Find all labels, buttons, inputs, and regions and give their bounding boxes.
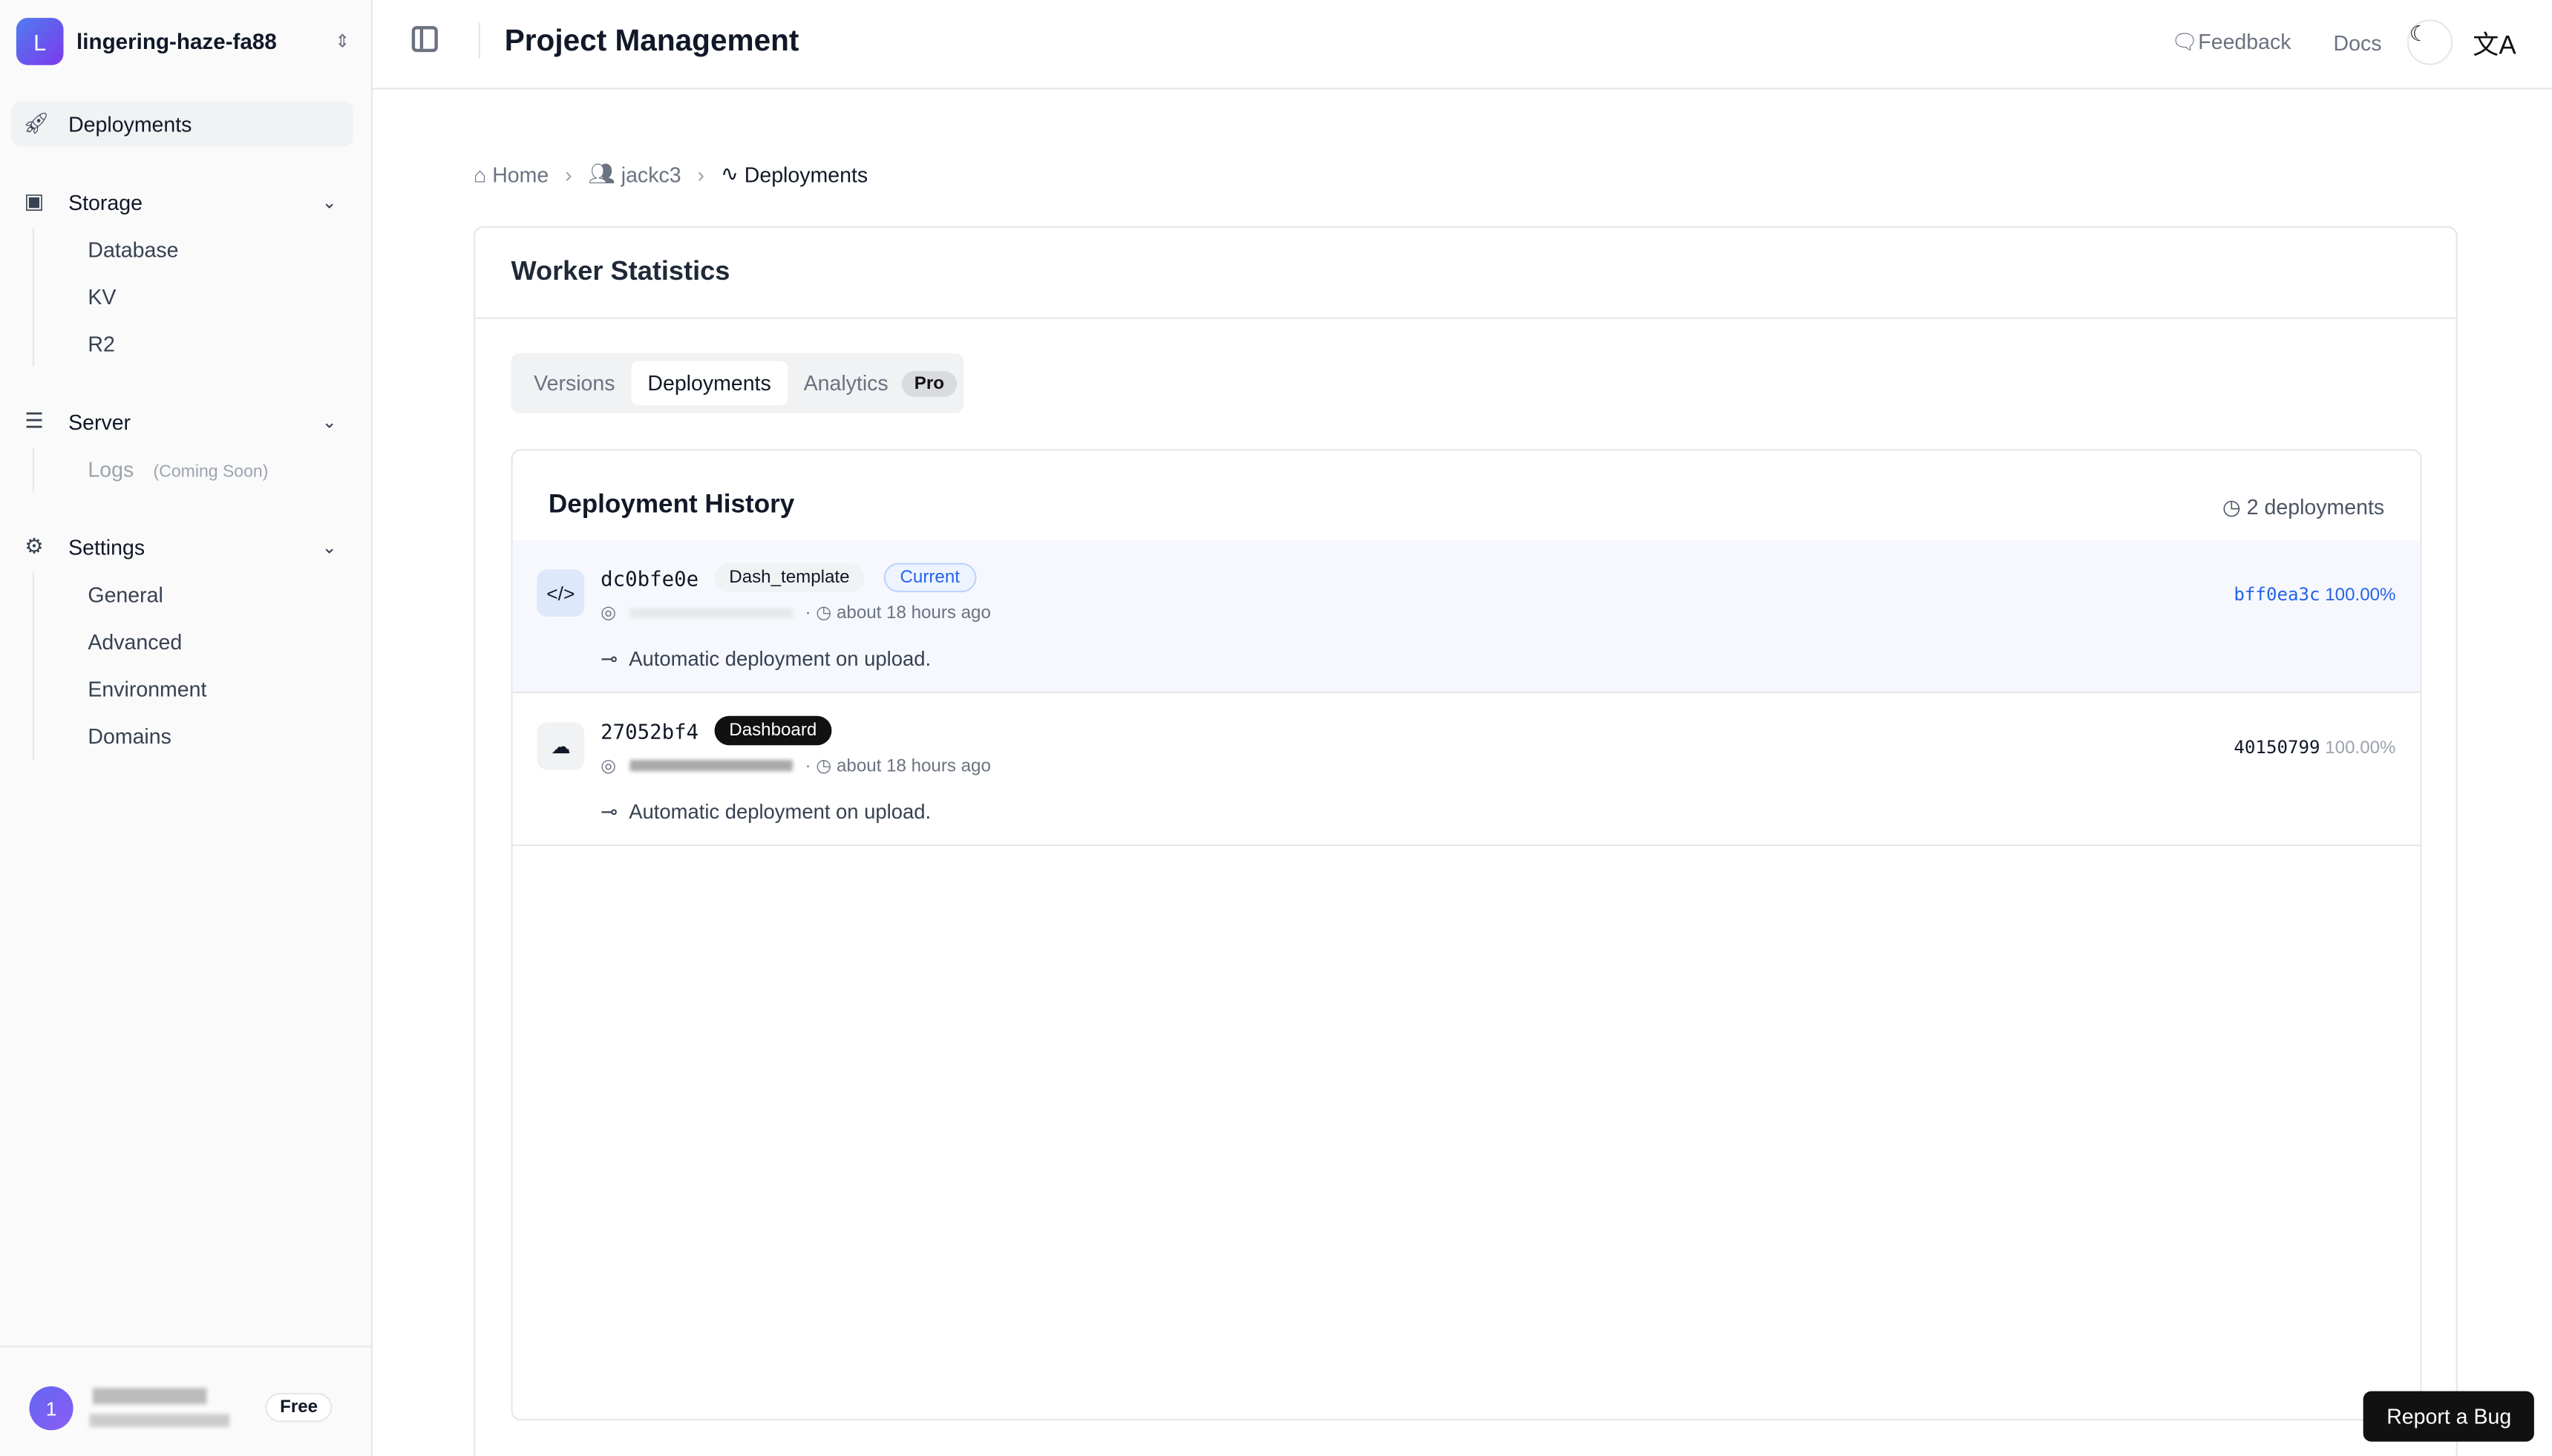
tag-badge: Dash_template bbox=[714, 563, 865, 593]
chevron-down-icon: ⌄ bbox=[321, 412, 337, 433]
divider bbox=[32, 572, 35, 760]
sidebar-item-label: Deployments bbox=[68, 111, 192, 137]
chevron-down-icon: ⌄ bbox=[321, 537, 337, 557]
main-content: ⌂ Home › 👥︎ jackc3 › ∿ Deployments Worke… bbox=[373, 90, 2552, 1456]
table-row[interactable]: ☁ 27052bf4 Dashboard ◎ · ◷ about 18 hours… bbox=[512, 693, 2421, 847]
chevron-right-icon: › bbox=[697, 162, 705, 187]
redacted-author bbox=[629, 607, 792, 618]
time-label: about 18 hours ago bbox=[836, 755, 991, 775]
version-id[interactable]: 40150799 bbox=[2234, 737, 2320, 758]
clock-icon: ◷ bbox=[811, 756, 837, 776]
project-switcher[interactable]: L lingering-haze-fa88 ⇕ bbox=[16, 18, 350, 65]
sidebar-item-settings[interactable]: ⚙ Settings ⌄ bbox=[11, 524, 353, 569]
time-label: about 18 hours ago bbox=[836, 603, 991, 623]
deployment-count: ◷ 2 deployments bbox=[2222, 495, 2384, 521]
user-circle-icon: ◎ bbox=[601, 756, 617, 776]
divider bbox=[32, 447, 35, 492]
gear-icon: ⚙ bbox=[24, 534, 44, 559]
divider bbox=[478, 22, 480, 59]
top-bar: Project Management 🗨︎ Feedback Docs ☾ 文A bbox=[373, 0, 2552, 90]
theme-toggle-moon-icon[interactable]: ☾ bbox=[2407, 19, 2453, 65]
sidebar-item-label: Storage bbox=[68, 189, 143, 214]
user-menu[interactable]: 1 Free bbox=[0, 1345, 371, 1456]
redacted-author bbox=[629, 759, 792, 772]
sidebar-item-label: Server bbox=[68, 409, 131, 434]
pro-badge: Pro bbox=[901, 370, 958, 396]
commit-icon: ⊸ bbox=[601, 647, 629, 671]
sidebar-item-database[interactable]: Database bbox=[88, 237, 178, 262]
sidebar-item-label: Settings bbox=[68, 534, 145, 560]
deployment-hash: 27052bf4 bbox=[601, 719, 699, 744]
plan-badge: Free bbox=[265, 1392, 333, 1423]
feedback-label: Feedback bbox=[2198, 29, 2291, 54]
deployment-history: Deployment History ◷ 2 deployments </> d… bbox=[511, 449, 2422, 1421]
cloud-lightning-icon: ☁ bbox=[537, 722, 585, 770]
chevron-right-icon: › bbox=[565, 162, 572, 187]
sidebar-item-deployments[interactable]: 🚀︎ Deployments bbox=[11, 100, 353, 147]
sidebar-item-logs: Logs (Coming Soon) bbox=[88, 457, 268, 482]
tab-versions[interactable]: Versions bbox=[517, 361, 631, 405]
worker-statistics-card: Worker Statistics Versions Deployments A… bbox=[474, 226, 2458, 1456]
feedback-button[interactable]: 🗨︎ Feedback bbox=[2171, 29, 2291, 55]
deployment-message: Automatic deployment on upload. bbox=[629, 647, 932, 671]
deployment-message: Automatic deployment on upload. bbox=[629, 800, 932, 824]
deployment-hash: dc0bfe0e bbox=[601, 566, 699, 591]
table-row[interactable]: </> dc0bfe0e Dash_template Current ◎ · ◷ … bbox=[512, 540, 2421, 694]
breadcrumb-current: Deployments bbox=[744, 162, 868, 187]
clock-icon: ◷ bbox=[2222, 494, 2247, 519]
clock-icon: ◷ bbox=[811, 603, 837, 623]
breadcrumb-user[interactable]: jackc3 bbox=[621, 162, 681, 186]
docs-link[interactable]: Docs bbox=[2334, 30, 2382, 55]
breadcrumb-home[interactable]: Home bbox=[492, 162, 549, 186]
server-icon: ☰ bbox=[24, 408, 44, 433]
traffic-percent: 100.00% bbox=[2325, 738, 2396, 758]
tab-analytics[interactable]: Analytics bbox=[788, 361, 905, 405]
sidebar-item-r2[interactable]: R2 bbox=[88, 332, 114, 356]
sidebar-item-advanced[interactable]: Advanced bbox=[88, 630, 182, 655]
sidebar-item-domains[interactable]: Domains bbox=[88, 724, 171, 749]
tab-deployments[interactable]: Deployments bbox=[631, 361, 788, 405]
sidebar: L lingering-haze-fa88 ⇕ 🚀︎ Deployments ▣ S… bbox=[0, 0, 373, 1456]
sidebar-item-general[interactable]: General bbox=[88, 583, 163, 607]
users-icon: 👥︎ bbox=[588, 161, 621, 186]
redacted-email bbox=[89, 1414, 230, 1427]
divider bbox=[32, 227, 35, 367]
version-id[interactable]: bff0ea3c bbox=[2234, 584, 2320, 606]
report-bug-button[interactable]: Report a Bug bbox=[2363, 1391, 2534, 1442]
activity-icon: ∿ bbox=[720, 161, 745, 186]
commit-icon: ⊸ bbox=[601, 800, 629, 824]
chevron-up-down-icon: ⇕ bbox=[335, 32, 350, 53]
card-title: Worker Statistics bbox=[511, 257, 730, 286]
save-icon: ▣ bbox=[24, 188, 45, 214]
language-translate-icon[interactable]: 文A bbox=[2473, 23, 2516, 62]
project-logo: L bbox=[16, 18, 64, 65]
sidebar-toggle-icon[interactable] bbox=[411, 26, 438, 53]
count-label: 2 deployments bbox=[2246, 494, 2385, 519]
user-circle-icon: ◎ bbox=[601, 603, 617, 623]
message-icon: 🗨︎ bbox=[2171, 29, 2199, 54]
project-name: lingering-haze-fa88 bbox=[76, 29, 277, 54]
logs-label: Logs bbox=[88, 457, 134, 482]
traffic-percent: 100.00% bbox=[2325, 586, 2396, 606]
page-title: Project Management bbox=[504, 22, 799, 57]
rocket-icon: 🚀︎ bbox=[22, 111, 50, 135]
sidebar-item-server[interactable]: ☰ Server ⌄ bbox=[11, 399, 353, 444]
redacted-username bbox=[92, 1388, 207, 1405]
tag-badge: Dashboard bbox=[714, 715, 832, 746]
avatar: 1 bbox=[29, 1386, 73, 1431]
tab-list: Versions Deployments Analytics Pro bbox=[511, 352, 964, 413]
current-badge: Current bbox=[883, 563, 976, 593]
chevron-down-icon: ⌄ bbox=[321, 192, 337, 213]
home-icon: ⌂ bbox=[474, 162, 493, 187]
section-title: Deployment History bbox=[548, 491, 795, 519]
sidebar-item-environment[interactable]: Environment bbox=[88, 677, 206, 701]
sidebar-item-kv[interactable]: KV bbox=[88, 285, 116, 309]
sidebar-item-storage[interactable]: ▣ Storage ⌄ bbox=[11, 179, 353, 224]
code-icon: </> bbox=[537, 569, 585, 617]
breadcrumb: ⌂ Home › 👥︎ jackc3 › ∿ Deployments bbox=[474, 161, 868, 187]
coming-soon-label: (Coming Soon) bbox=[153, 462, 269, 482]
